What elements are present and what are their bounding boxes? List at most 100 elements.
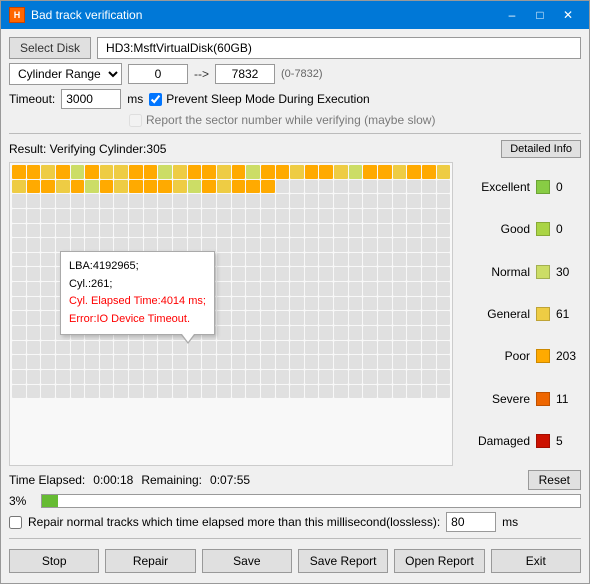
detailed-info-button[interactable]: Detailed Info [501,140,581,158]
legend-item: Damaged 5 [461,434,581,448]
grid-cell [232,355,246,369]
grid-cell [158,194,172,208]
prevent-sleep-label[interactable]: Prevent Sleep Mode During Execution [149,92,369,106]
grid-cell [334,180,348,194]
grid-cell [334,355,348,369]
grid-cell [422,311,436,325]
grid-cell [188,180,202,194]
grid-cell [158,370,172,384]
grid-cell [85,238,99,252]
grid-cell [158,385,172,399]
tooltip-error: Error:IO Device Timeout. [69,311,206,329]
grid-cell [217,311,231,325]
legend-color-poor [536,349,550,363]
grid-cell [232,209,246,223]
minimize-button[interactable]: – [499,5,525,25]
save-button[interactable]: Save [202,549,292,573]
grid-cell [422,209,436,223]
elapsed-value: 0:00:18 [93,473,133,487]
grid-cell [290,267,304,281]
grid-cell [437,253,451,267]
repair-input[interactable] [446,512,496,532]
grid-cell [188,209,202,223]
grid-cell [334,385,348,399]
grid-cell [393,282,407,296]
grid-cell [144,370,158,384]
timeout-input[interactable] [61,89,121,109]
legend-count-excellent: 0 [556,180,581,194]
grid-cell [378,267,392,281]
grid-cell [188,224,202,238]
grid-cell [319,370,333,384]
grid-cell [71,165,85,179]
grid-cell [246,297,260,311]
grid-cell [305,209,319,223]
legend-color-normal [536,265,550,279]
grid-cell [437,297,451,311]
grid-cell [114,209,128,223]
grid-cell [232,311,246,325]
grid-cell [246,165,260,179]
grid-cell [246,180,260,194]
grid-cell [173,355,187,369]
repair-checkbox[interactable] [9,516,22,529]
grid-cell [393,370,407,384]
grid-cell [305,282,319,296]
grid-cell [437,194,451,208]
maximize-button[interactable]: □ [527,5,553,25]
save-report-button[interactable]: Save Report [298,549,388,573]
legend-count-severe: 11 [556,392,581,406]
grid-cell [158,180,172,194]
grid-cell [407,326,421,340]
grid-cell [12,238,26,252]
legend-count-good: 0 [556,222,581,236]
legend-color-good [536,222,550,236]
grid-cell [246,385,260,399]
grid-cell [173,224,187,238]
grid-cell [232,253,246,267]
grid-cell [202,224,216,238]
grid-cell [71,355,85,369]
grid-cell [334,165,348,179]
legend-label-normal: Normal [461,265,530,279]
repair-unit: ms [502,515,518,529]
select-disk-button[interactable]: Select Disk [9,37,91,59]
reset-button[interactable]: Reset [528,470,581,490]
range-from-input[interactable] [128,64,188,84]
grid-cell [319,194,333,208]
grid-cell [202,180,216,194]
exit-button[interactable]: Exit [491,549,581,573]
bottom-buttons: Stop Repair Save Save Report Open Report… [9,545,581,575]
range-type-dropdown[interactable]: Cylinder Range [9,63,122,85]
grid-cell [114,238,128,252]
grid-cell [217,165,231,179]
report-sector-checkbox[interactable] [129,114,142,127]
range-to-input[interactable] [215,64,275,84]
grid-cell [114,224,128,238]
close-button[interactable]: ✕ [555,5,581,25]
grid-cell [56,209,70,223]
report-sector-label[interactable]: Report the sector number while verifying… [129,113,435,127]
legend-count-general: 61 [556,307,581,321]
repair-button[interactable]: Repair [105,549,195,573]
grid-cell [261,180,275,194]
grid-cell [276,311,290,325]
open-report-button[interactable]: Open Report [394,549,484,573]
stop-button[interactable]: Stop [9,549,99,573]
grid-cell [129,209,143,223]
prevent-sleep-checkbox[interactable] [149,93,162,106]
grid-cell [41,385,55,399]
grid-cell [319,253,333,267]
grid-cell [261,194,275,208]
grid-cell [378,224,392,238]
grid-cell [100,370,114,384]
legend-label-general: General [461,307,530,321]
legend-label-damaged: Damaged [461,434,530,448]
grid-cell [334,194,348,208]
grid-cell [27,282,41,296]
grid-cell [363,165,377,179]
grid-cell [12,267,26,281]
grid-cell [393,297,407,311]
grid-cell [232,194,246,208]
grid-cell [202,370,216,384]
